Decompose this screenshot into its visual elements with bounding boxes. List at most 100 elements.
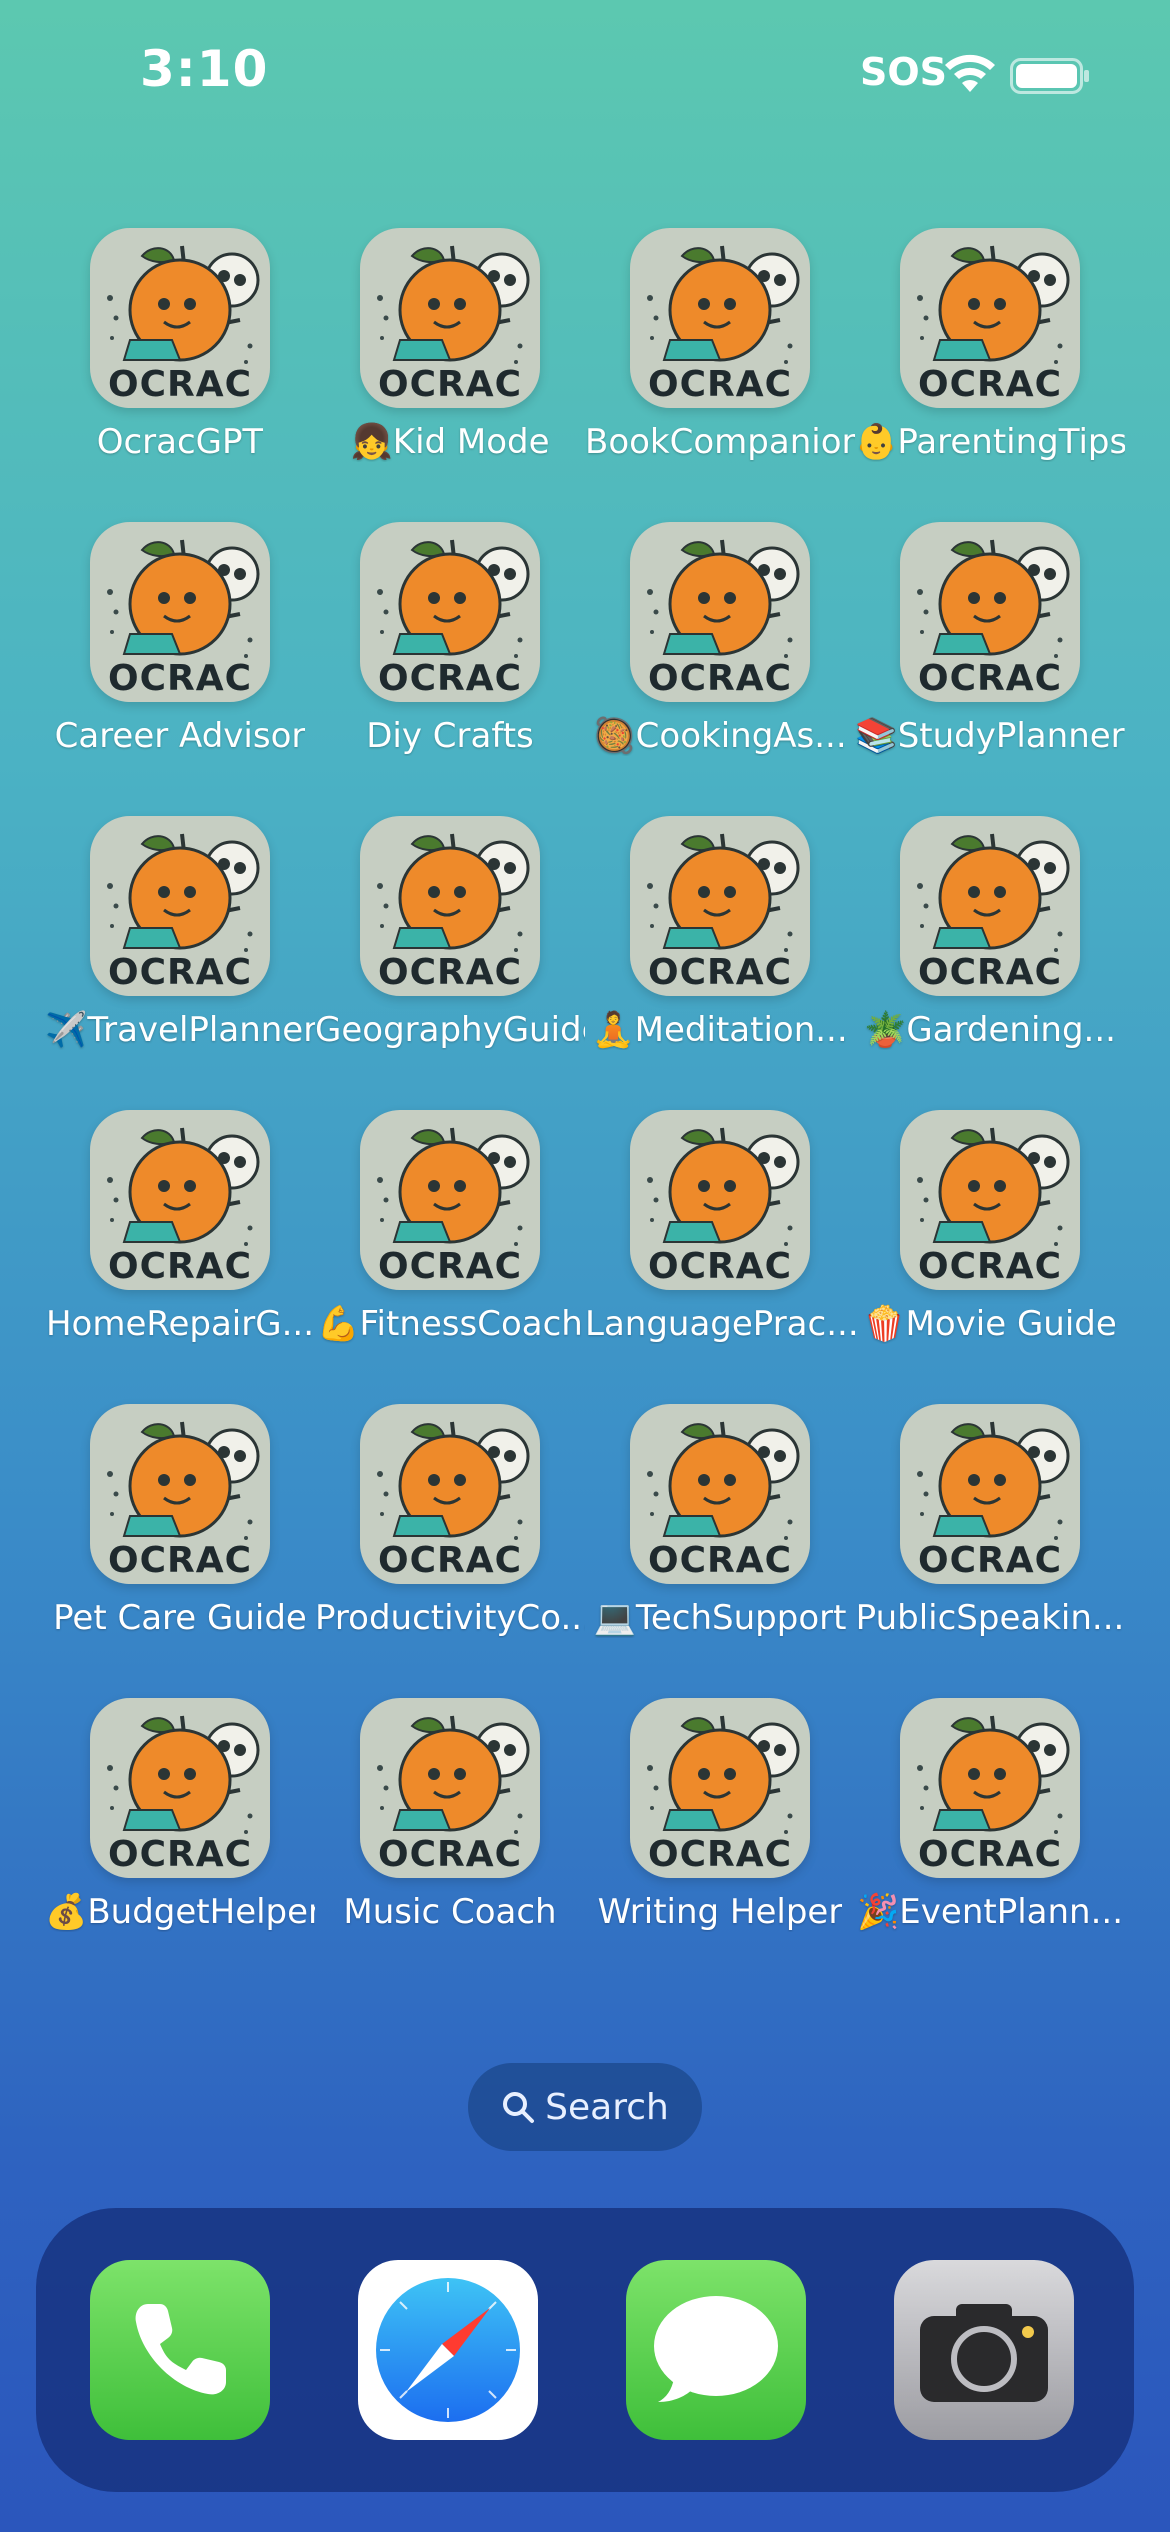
ocrac-logo-icon: OCRAC	[917, 245, 1070, 405]
app-icon: OCRAC	[90, 1110, 270, 1290]
app-tile[interactable]: OCRAC Pet Care Guide	[45, 1404, 315, 1664]
ocrac-logo-icon: OCRAC	[107, 833, 260, 993]
app-icon: OCRAC	[90, 228, 270, 408]
app-icon: OCRAC	[90, 522, 270, 702]
ocrac-logo-icon: OCRAC	[917, 833, 1070, 993]
svg-text:OCRAC: OCRAC	[378, 364, 522, 405]
app-label: 🍿Movie Guide	[863, 1304, 1117, 1344]
app-tile[interactable]: OCRAC BookCompanion	[585, 228, 855, 488]
app-label: 💻TechSupport	[593, 1598, 847, 1638]
carrier-status: SOS	[860, 50, 948, 94]
app-label: 💪FitnessCoach	[317, 1304, 583, 1344]
search-button[interactable]: Search	[468, 2063, 702, 2151]
svg-text:OCRAC: OCRAC	[108, 658, 252, 699]
app-label: 👧Kid Mode	[350, 422, 550, 462]
app-tile[interactable]: OCRAC Diy Crafts	[315, 522, 585, 782]
svg-text:OCRAC: OCRAC	[648, 658, 792, 699]
search-icon	[503, 2092, 535, 2123]
camera-icon	[894, 2260, 1074, 2440]
ocrac-logo-icon: OCRAC	[917, 539, 1070, 699]
ocrac-logo-icon: OCRAC	[647, 1127, 800, 1287]
app-label: LanguagePrac...	[585, 1304, 855, 1344]
svg-text:OCRAC: OCRAC	[378, 1540, 522, 1581]
phone-app[interactable]	[90, 2260, 270, 2440]
app-icon: OCRAC	[630, 1404, 810, 1584]
app-icon: OCRAC	[360, 1110, 540, 1290]
status-time: 3:10	[140, 40, 269, 98]
app-label: PublicSpeakin...	[855, 1598, 1125, 1638]
app-icon: OCRAC	[630, 1110, 810, 1290]
app-label: 💰BudgetHelper	[45, 1892, 315, 1932]
app-icon: OCRAC	[900, 228, 1080, 408]
app-tile[interactable]: OCRAC OcracGPT	[45, 228, 315, 488]
app-tile[interactable]: OCRAC 🧘Meditation...	[585, 816, 855, 1076]
ocrac-logo-icon: OCRAC	[377, 245, 530, 405]
app-icon: OCRAC	[360, 816, 540, 996]
svg-text:OCRAC: OCRAC	[918, 952, 1062, 993]
wifi-icon	[945, 54, 995, 92]
app-label: 👶ParentingTips	[855, 422, 1125, 462]
safari-app[interactable]	[358, 2260, 538, 2440]
svg-text:OCRAC: OCRAC	[648, 952, 792, 993]
app-icon: OCRAC	[900, 816, 1080, 996]
battery-icon	[1010, 58, 1089, 94]
app-label: Pet Care Guide	[53, 1598, 307, 1638]
svg-text:OCRAC: OCRAC	[918, 1246, 1062, 1287]
app-tile[interactable]: OCRAC 🍿Movie Guide	[855, 1110, 1125, 1370]
app-icon: OCRAC	[90, 1404, 270, 1584]
app-icon: OCRAC	[360, 522, 540, 702]
app-label: GeographyGuide	[315, 1010, 585, 1050]
app-tile[interactable]: OCRAC PublicSpeakin...	[855, 1404, 1125, 1664]
app-tile[interactable]: OCRAC 🪴Gardening...	[855, 816, 1125, 1076]
svg-text:OCRAC: OCRAC	[378, 1834, 522, 1875]
app-icon: OCRAC	[630, 522, 810, 702]
ocrac-logo-icon: OCRAC	[107, 1715, 260, 1875]
app-tile[interactable]: OCRAC GeographyGuide	[315, 816, 585, 1076]
app-tile[interactable]: OCRAC 👧Kid Mode	[315, 228, 585, 488]
app-tile[interactable]: OCRAC Writing Helper	[585, 1698, 855, 1958]
app-icon: OCRAC	[900, 1110, 1080, 1290]
app-tile[interactable]: OCRAC HomeRepairG...	[45, 1110, 315, 1370]
app-tile[interactable]: OCRAC 📚StudyPlanner	[855, 522, 1125, 782]
app-tile[interactable]: OCRAC Career Advisor	[45, 522, 315, 782]
app-tile[interactable]: OCRAC 🥘CookingAs...	[585, 522, 855, 782]
app-icon: OCRAC	[90, 816, 270, 996]
app-icon: OCRAC	[630, 816, 810, 996]
app-tile[interactable]: OCRAC LanguagePrac...	[585, 1110, 855, 1370]
phone-icon	[90, 2260, 270, 2440]
app-tile[interactable]: OCRAC 💻TechSupport	[585, 1404, 855, 1664]
search-label: Search	[545, 2086, 669, 2128]
app-tile[interactable]: OCRAC 🎉EventPlann...	[855, 1698, 1125, 1958]
app-label: Music Coach	[343, 1892, 557, 1932]
svg-text:OCRAC: OCRAC	[378, 952, 522, 993]
app-label: 🪴Gardening...	[864, 1010, 1116, 1050]
ocrac-logo-icon: OCRAC	[377, 833, 530, 993]
app-tile[interactable]: OCRAC 💪FitnessCoach	[315, 1110, 585, 1370]
app-tile[interactable]: OCRAC 💰BudgetHelper	[45, 1698, 315, 1958]
app-icon: OCRAC	[900, 1698, 1080, 1878]
app-label: 📚StudyPlanner	[855, 716, 1125, 756]
app-tile[interactable]: OCRAC ✈️TravelPlanner	[45, 816, 315, 1076]
app-tile[interactable]: OCRAC ProductivityCo...	[315, 1404, 585, 1664]
app-label: 🥘CookingAs...	[593, 716, 847, 756]
messages-app[interactable]	[626, 2260, 806, 2440]
app-icon: OCRAC	[630, 228, 810, 408]
app-icon: OCRAC	[900, 1404, 1080, 1584]
camera-app[interactable]	[894, 2260, 1074, 2440]
app-label: HomeRepairG...	[45, 1304, 315, 1344]
ocrac-logo-icon: OCRAC	[917, 1421, 1070, 1581]
ocrac-logo-icon: OCRAC	[107, 539, 260, 699]
app-tile[interactable]: OCRAC Music Coach	[315, 1698, 585, 1958]
ocrac-logo-icon: OCRAC	[107, 245, 260, 405]
app-label: OcracGPT	[96, 422, 264, 462]
svg-text:OCRAC: OCRAC	[648, 1834, 792, 1875]
svg-text:OCRAC: OCRAC	[378, 658, 522, 699]
ocrac-logo-icon: OCRAC	[377, 1127, 530, 1287]
ocrac-logo-icon: OCRAC	[377, 1715, 530, 1875]
app-tile[interactable]: OCRAC 👶ParentingTips	[855, 228, 1125, 488]
svg-text:OCRAC: OCRAC	[108, 952, 252, 993]
app-icon: OCRAC	[630, 1698, 810, 1878]
ocrac-logo-icon: OCRAC	[647, 1421, 800, 1581]
svg-text:OCRAC: OCRAC	[108, 364, 252, 405]
app-label: 🎉EventPlann...	[856, 1892, 1124, 1932]
